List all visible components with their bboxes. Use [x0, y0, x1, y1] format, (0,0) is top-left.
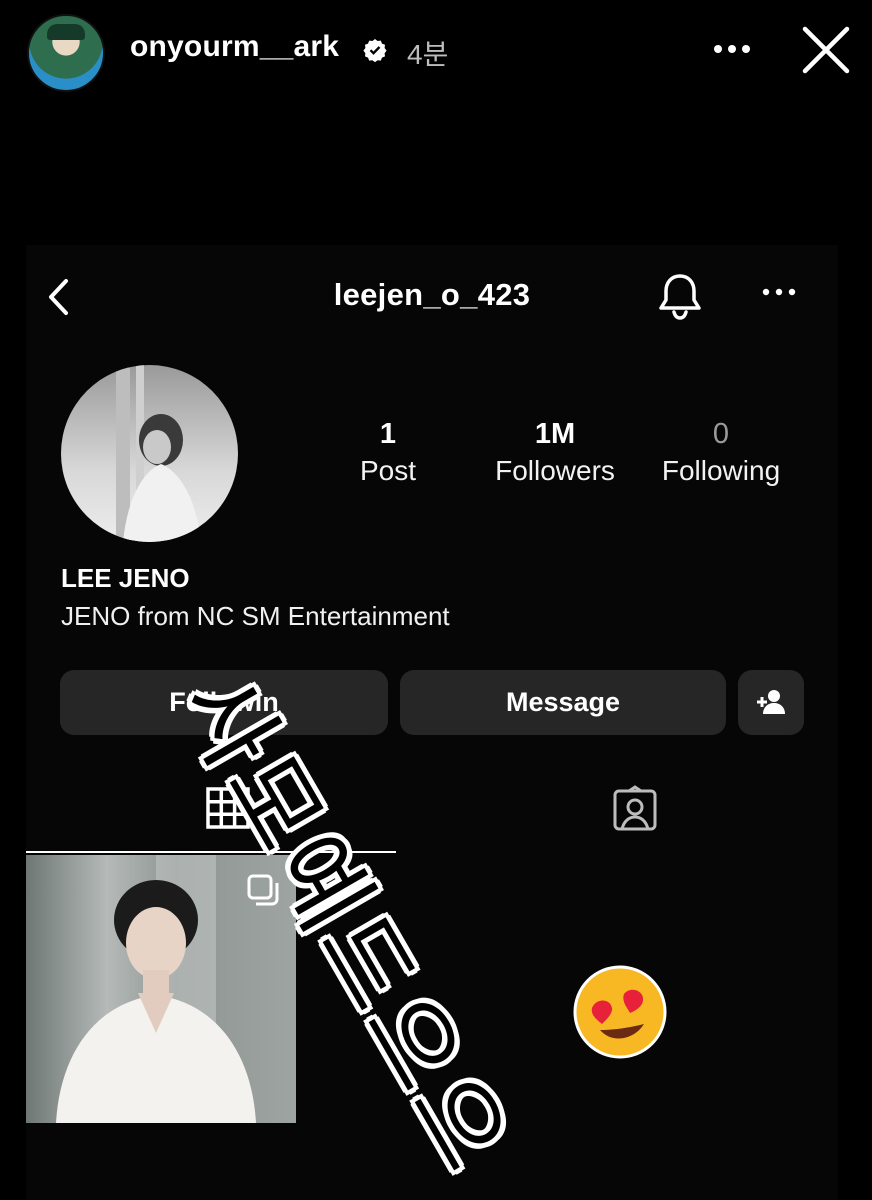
profile-bio: JENO from NC SM Entertainment: [61, 601, 450, 631]
verified-badge-icon: [363, 39, 387, 62]
profile-picture[interactable]: [61, 365, 238, 542]
bell-icon[interactable]: [656, 271, 704, 321]
posts-label: Post: [359, 455, 417, 486]
multiple-posts-icon: [247, 874, 279, 906]
story-avatar[interactable]: [27, 14, 105, 92]
story-username[interactable]: onyourm__ark: [130, 30, 339, 64]
profile-more-icon[interactable]: [762, 285, 796, 299]
profile-username: leejen_o_423: [333, 277, 531, 312]
following-label: Following: [661, 455, 781, 486]
following-button[interactable]: Followin: [60, 670, 388, 735]
stat-posts[interactable]: 1 Post: [340, 417, 436, 491]
stat-following[interactable]: 0 Following: [652, 417, 790, 491]
more-icon[interactable]: [712, 34, 752, 64]
posts-count: 1: [379, 418, 397, 450]
stat-followers[interactable]: 1M Followers: [488, 417, 622, 491]
following-count: 0: [712, 418, 730, 450]
close-icon[interactable]: [800, 24, 852, 76]
message-button[interactable]: Message: [400, 670, 726, 735]
followers-label: Followers: [495, 455, 615, 486]
followers-count: 1M: [534, 418, 576, 450]
display-name: LEE JENO: [61, 563, 190, 593]
active-tab-indicator: [26, 851, 396, 853]
story-header: onyourm__ark 4분: [0, 0, 872, 100]
post-thumbnail[interactable]: [26, 855, 296, 1123]
add-user-button[interactable]: [738, 670, 804, 735]
shared-profile-screenshot: leejen_o_423 1 Post 1M Followers 0 Follo…: [26, 245, 838, 1200]
story-time: 4분: [407, 39, 449, 70]
add-user-icon: [757, 690, 785, 714]
tagged-icon[interactable]: [611, 785, 659, 833]
grid-icon[interactable]: [206, 787, 250, 829]
